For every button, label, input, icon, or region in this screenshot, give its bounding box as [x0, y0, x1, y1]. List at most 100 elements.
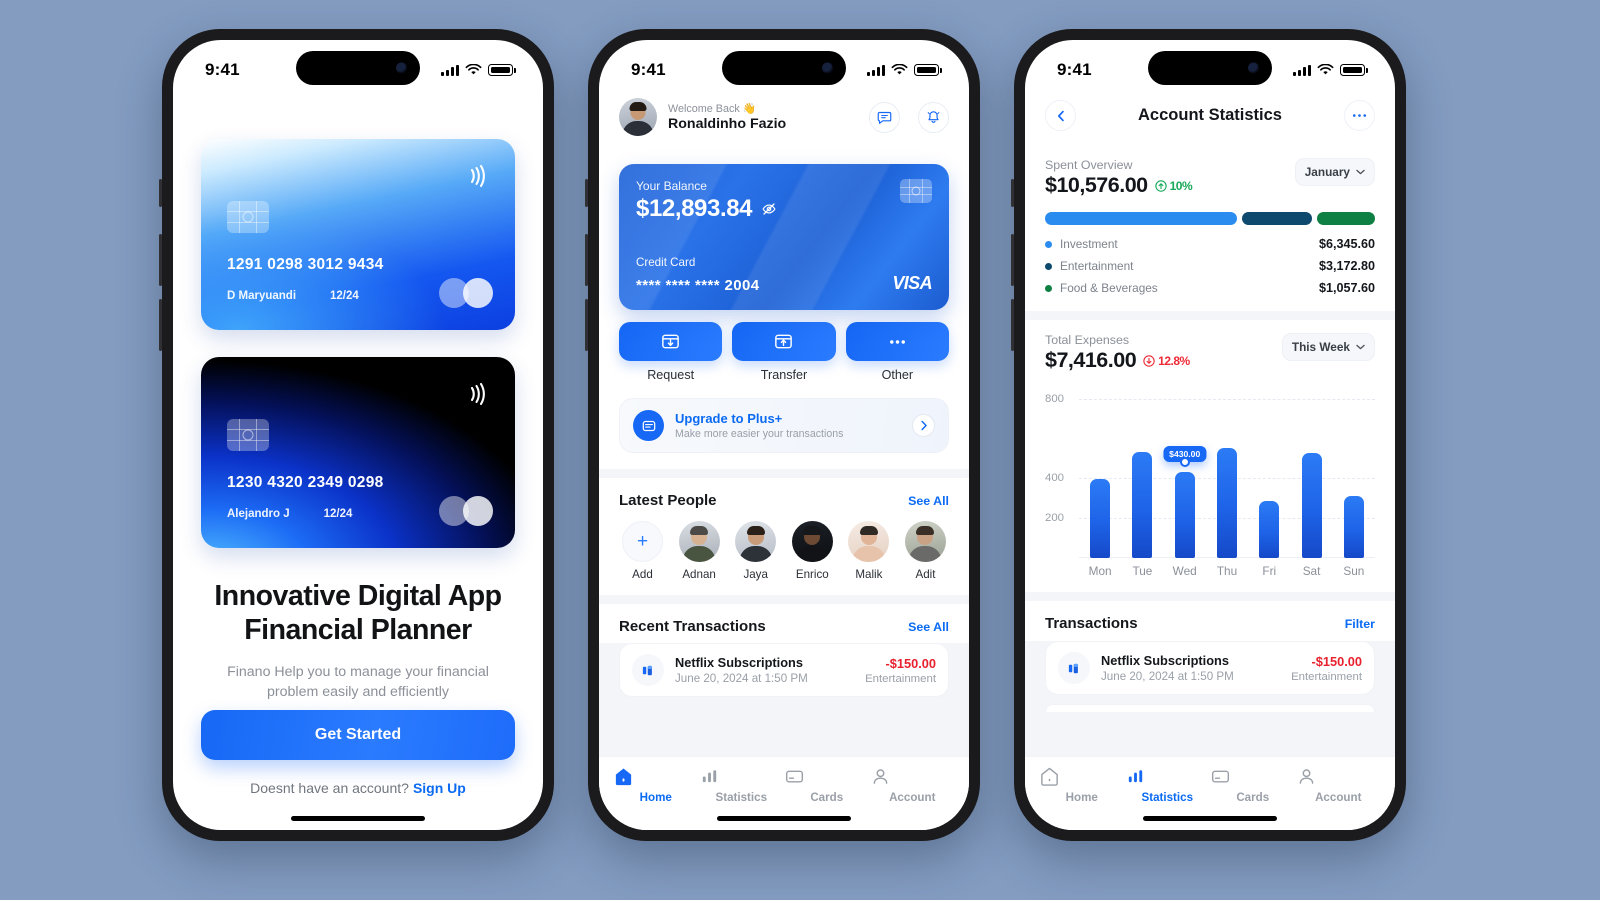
- page-title: Account Statistics: [1138, 106, 1282, 124]
- cellular-signal-icon: [1293, 64, 1311, 76]
- page-title: Innovative Digital App Financial Planner: [214, 580, 502, 646]
- upgrade-banner[interactable]: Upgrade to Plus+ Make more easier your t…: [619, 398, 949, 453]
- upgrade-chevron-button[interactable]: [912, 414, 935, 437]
- tab-cards[interactable]: Cards: [784, 766, 870, 804]
- other-button[interactable]: [845, 322, 949, 361]
- tab-home[interactable]: Home: [1039, 766, 1125, 804]
- volume-up-button[interactable]: [585, 234, 588, 286]
- x-label-sat: Sat: [1302, 564, 1321, 578]
- messages-button[interactable]: [869, 101, 900, 133]
- volume-down-button[interactable]: [585, 299, 588, 351]
- home-indicator[interactable]: [1143, 816, 1277, 821]
- volume-down-button[interactable]: [1011, 299, 1014, 351]
- list-item[interactable]: Adit: [902, 521, 949, 581]
- back-button[interactable]: [1045, 100, 1076, 131]
- bar-sat[interactable]: [1301, 452, 1322, 558]
- volume-up-button[interactable]: [1011, 234, 1014, 286]
- legend-row: Food & Beverages $1,057.60: [1045, 281, 1375, 295]
- balance-card[interactable]: Your Balance $12,893.84 Credit Card ****…: [619, 164, 949, 310]
- phone-statistics: 9:41 Account Statistics Spent Overview $…: [1011, 29, 1406, 841]
- get-started-button[interactable]: Get Started: [201, 710, 515, 760]
- person-add[interactable]: + Add: [619, 521, 666, 581]
- dynamic-island: [296, 51, 420, 85]
- volume-down-button[interactable]: [159, 299, 162, 351]
- home-content[interactable]: Your Balance $12,893.84 Credit Card ****…: [599, 150, 969, 756]
- mute-switch[interactable]: [159, 179, 162, 207]
- person-name: Adnan: [682, 568, 716, 581]
- eye-hidden-icon[interactable]: [761, 201, 777, 217]
- period-selector-month[interactable]: January: [1294, 158, 1375, 186]
- tab-account[interactable]: Account: [870, 766, 956, 804]
- bar-tue[interactable]: [1132, 451, 1153, 558]
- credit-card-blue[interactable]: 1291 0298 3012 9434 D Maryuandi 12/24: [201, 139, 515, 330]
- list-item[interactable]: Adnan: [676, 521, 723, 581]
- list-item[interactable]: Malik: [845, 521, 892, 581]
- list-item[interactable]: Jaya: [732, 521, 779, 581]
- bell-icon: [927, 110, 940, 123]
- tab-cards-label: Cards: [810, 791, 844, 804]
- phone1-screen: 9:41 1291 0298 3012 9434 D Maryuandi 12/…: [173, 40, 543, 830]
- status-time: 9:41: [631, 60, 666, 79]
- home-indicator[interactable]: [291, 816, 425, 821]
- transaction-name: Netflix Subscriptions: [675, 655, 803, 670]
- table-row[interactable]: Netflix Subscriptions June 20, 2024 at 1…: [1045, 641, 1375, 695]
- tab-statistics[interactable]: Statistics: [699, 766, 785, 804]
- bar-fri[interactable]: [1259, 501, 1280, 558]
- card-meta: D Maryuandi 12/24: [227, 290, 359, 302]
- spent-overview-delta: 10%: [1154, 179, 1193, 193]
- phone-onboarding: 9:41 1291 0298 3012 9434 D Maryuandi 12/…: [159, 29, 554, 841]
- period-selector-month-value: January: [1304, 165, 1350, 179]
- bar-sun[interactable]: [1343, 496, 1364, 558]
- user-name: Ronaldinho Fazio: [668, 116, 787, 132]
- legend-name: Investment: [1060, 237, 1118, 251]
- home-header: Welcome Back 👋 Ronaldinho Fazio: [599, 94, 969, 150]
- table-row[interactable]: Netflix Subscriptions June 20, 2024 at 1…: [619, 643, 949, 697]
- tab-cards[interactable]: Cards: [1210, 766, 1296, 804]
- notifications-button[interactable]: [918, 101, 949, 133]
- bar-thu[interactable]: [1216, 447, 1237, 558]
- y-tick-200: 200: [1045, 512, 1065, 525]
- screenshot-stage: 9:41 1291 0298 3012 9434 D Maryuandi 12/…: [0, 0, 1600, 900]
- spent-overview-section: Spent Overview $10,576.00 10% January In…: [1025, 145, 1395, 311]
- chart-highlight-knob[interactable]: [1179, 457, 1190, 468]
- more-options-button[interactable]: [1343, 100, 1375, 131]
- period-selector-week[interactable]: This Week: [1281, 333, 1375, 361]
- avatar: [848, 521, 890, 562]
- list-item[interactable]: Enrico: [789, 521, 836, 581]
- dynamic-island: [1148, 51, 1272, 85]
- card-upload-icon: [775, 334, 793, 349]
- statistics-content[interactable]: Spent Overview $10,576.00 10% January In…: [1025, 145, 1395, 756]
- latest-people-see-all[interactable]: See All: [908, 494, 949, 508]
- action-other[interactable]: Other: [845, 322, 949, 382]
- card-chip-icon: [227, 201, 269, 233]
- volume-up-button[interactable]: [159, 234, 162, 286]
- action-transfer[interactable]: Transfer: [732, 322, 836, 382]
- transaction-main: Netflix Subscriptions June 20, 2024 at 1…: [675, 655, 854, 685]
- home-indicator[interactable]: [717, 816, 851, 821]
- person-name: Adit: [915, 568, 936, 581]
- card-number: 1230 4320 2349 0298: [227, 474, 384, 491]
- tab-statistics[interactable]: Statistics: [1125, 766, 1211, 804]
- action-request[interactable]: Request: [619, 322, 723, 382]
- tab-account[interactable]: Account: [1296, 766, 1382, 804]
- status-bar: 9:41: [599, 40, 969, 94]
- transfer-button[interactable]: [732, 322, 836, 361]
- bar-mon[interactable]: [1090, 479, 1111, 558]
- mute-switch[interactable]: [585, 179, 588, 207]
- avatar[interactable]: [619, 98, 657, 136]
- wifi-icon: [465, 64, 482, 75]
- recent-transactions-see-all[interactable]: See All: [908, 620, 949, 634]
- tab-home[interactable]: Home: [613, 766, 699, 804]
- transaction-row-partial[interactable]: [1045, 704, 1375, 712]
- expenses-bar-chart: 800 400 200 $430.00: [1045, 383, 1375, 558]
- sign-up-link[interactable]: Sign Up: [413, 780, 466, 796]
- mute-switch[interactable]: [1011, 179, 1014, 207]
- filter-button[interactable]: Filter: [1345, 617, 1375, 631]
- cellular-signal-icon: [441, 64, 459, 76]
- segment-entertainment: [1242, 212, 1313, 225]
- tab-home-label: Home: [639, 791, 672, 804]
- credit-card-dark[interactable]: 1230 4320 2349 0298 Alejandro J 12/24: [201, 357, 515, 548]
- quick-actions: Request Transfer Other: [619, 322, 949, 382]
- bar-wed[interactable]: [1174, 472, 1195, 558]
- request-button[interactable]: [619, 322, 723, 361]
